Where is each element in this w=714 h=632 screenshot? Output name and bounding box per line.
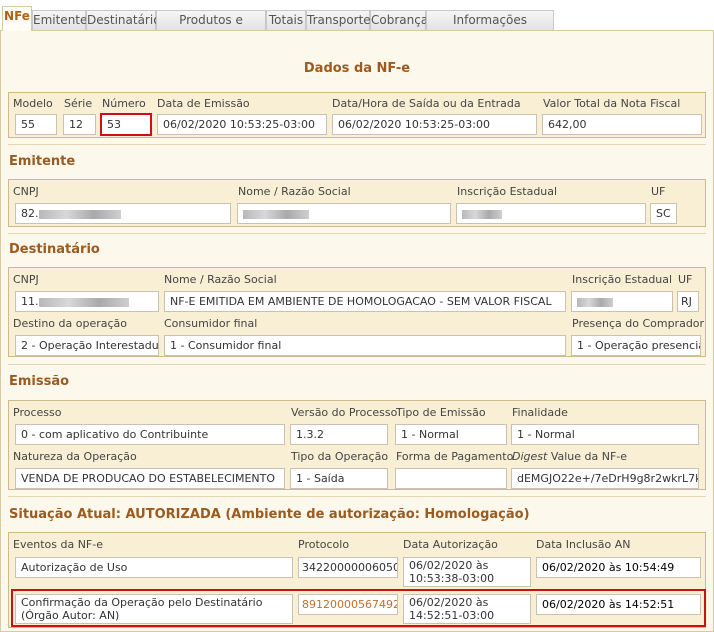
presenca-field: 1 - Operação presencial [571, 335, 701, 356]
tab-informacoes-adicionais[interactable]: Informações Adicionais [426, 10, 554, 46]
section-title-situacao: Situação Atual: AUTORIZADA (Ambiente de … [9, 507, 530, 522]
versao-field: 1.3.2 [290, 424, 388, 445]
col-inclusao: Data Inclusão AN [536, 538, 631, 551]
emitente-box: CNPJ 82. Nome / Razão Social Inscrição E… [8, 179, 706, 227]
destinatario-razao-label: Nome / Razão Social [164, 273, 277, 286]
divider [8, 144, 706, 145]
valor-label: Valor Total da Nota Fiscal [543, 97, 681, 110]
emitente-ie-field [456, 203, 646, 224]
destinatario-ie-field [571, 291, 673, 312]
tab-transporte[interactable]: Transporte [306, 10, 371, 30]
situacao-box: Eventos da NF-e Protocolo Data Autorizaç… [8, 532, 706, 628]
destinatario-cnpj-prefix: 11. [21, 295, 39, 308]
col-eventos: Eventos da NF-e [13, 538, 103, 551]
pagamento-field [395, 468, 507, 489]
tab-cobranca[interactable]: Cobrança [370, 10, 428, 30]
processo-field: 0 - com aplicativo do Contribuinte [15, 424, 285, 445]
processo-label: Processo [13, 406, 62, 419]
divider [8, 364, 706, 365]
serie-label: Série [64, 97, 93, 110]
dados-box: Modelo 55 Série 12 Número 53 Data de Emi… [8, 92, 706, 138]
versao-label: Versão do Processo [291, 406, 398, 419]
redacted-block [38, 297, 129, 307]
col-autorizacao: Data Autorização [403, 538, 498, 551]
col-protocolo: Protocolo [298, 538, 350, 551]
presenca-label: Presença do Comprador [572, 317, 705, 330]
evento-row-1-field: Autorização de Uso [15, 557, 293, 578]
tab-nfe[interactable]: NFe [2, 6, 32, 31]
consumidor-label: Consumidor final [164, 317, 258, 330]
section-title-emitente: Emitente [9, 154, 76, 169]
destino-field: 2 - Operação Interestadual [15, 335, 159, 356]
tab-produtos-servicos[interactable]: Produtos e Serviços [156, 10, 266, 46]
emitente-razao-label: Nome / Razão Social [238, 185, 351, 198]
tab-bar: NFe Emitente Destinatário Produtos e Ser… [0, 6, 714, 46]
emitente-uf-label: UF [651, 185, 666, 198]
emissao-field: 06/02/2020 10:53:25-03:00 [157, 114, 327, 135]
serie-field: 12 [63, 114, 96, 135]
tipo-emissao-label: Tipo de Emissão [396, 406, 486, 419]
natureza-label: Natureza da Operação [13, 450, 137, 463]
section-title-emissao: Emissão [9, 374, 70, 389]
numero-field: 53 [100, 113, 152, 136]
digest-label-rest: Value da NF-e [547, 450, 628, 463]
modelo-label: Modelo [13, 97, 53, 110]
finalidade-label: Finalidade [512, 406, 568, 419]
emitente-cnpj-prefix: 82. [21, 207, 39, 220]
digest-label: Digest Value da NF-e [512, 450, 627, 463]
tab-totais[interactable]: Totais [266, 10, 306, 30]
saida-field: 06/02/2020 10:53:25-03:00 [332, 114, 537, 135]
divider [8, 233, 706, 234]
tipo-operacao-field: 1 - Saída [290, 468, 388, 489]
destinatario-cnpj-label: CNPJ [13, 273, 39, 286]
natureza-field: VENDA DE PRODUCAO DO ESTABELECIMENTO [15, 468, 285, 489]
destinatario-razao-field: NF-E EMITIDA EM AMBIENTE DE HOMOLOGACAO … [164, 291, 566, 312]
redacted-block [577, 297, 613, 307]
digest-field: dEMGJO22e+/7eDrH9g8r2wkrL7k= [511, 468, 699, 489]
destinatario-ie-label: Inscrição Estadual [572, 273, 673, 286]
inclusao-row-1-field: 06/02/2020 às 10:54:49 [536, 557, 701, 578]
numero-label: Número [102, 97, 146, 110]
destinatario-box: CNPJ 11. Nome / Razão Social NF-E EMITID… [8, 267, 706, 357]
emitente-ie-label: Inscrição Estadual [457, 185, 558, 198]
highlight-box [11, 589, 706, 627]
destinatario-uf-label: UF [678, 273, 693, 286]
section-title-destinatario: Destinatário [9, 242, 100, 257]
emitente-cnpj-field: 82. [15, 203, 231, 224]
emitente-uf-field: SC [650, 203, 677, 224]
tipo-emissao-field: 1 - Normal [395, 424, 507, 445]
destinatario-cnpj-field: 11. [15, 291, 159, 312]
valor-field: 642,00 [542, 114, 702, 135]
redacted-block [38, 209, 121, 219]
emitente-cnpj-label: CNPJ [13, 185, 39, 198]
emitente-razao-field [237, 203, 451, 224]
protocolo-row-1-field: 342200000060503 [298, 557, 398, 578]
emissao-box: Processo 0 - com aplicativo do Contribui… [8, 400, 706, 490]
consumidor-field: 1 - Consumidor final [164, 335, 566, 356]
divider [8, 496, 706, 497]
autorizacao-row-1-field: 06/02/2020 às 10:53:38-03:00 [403, 557, 531, 587]
finalidade-field: 1 - Normal [511, 424, 699, 445]
section-title-dados: Dados da NF-e [303, 61, 411, 76]
pagamento-label: Forma de Pagamento [396, 450, 514, 463]
redacted-block [462, 209, 502, 219]
modelo-field: 55 [15, 114, 57, 135]
tab-emitente[interactable]: Emitente [32, 10, 87, 30]
emissao-label: Data de Emissão [157, 97, 250, 110]
tipo-operacao-label: Tipo da Operação [291, 450, 389, 463]
tab-destinatario[interactable]: Destinatário [86, 10, 161, 30]
saida-label: Data/Hora de Saída ou da Entrada [332, 97, 521, 110]
digest-label-italic: Digest [512, 450, 548, 463]
destinatario-uf-field: RJ [677, 291, 699, 312]
redacted-block [243, 209, 309, 219]
nfe-panel: Dados da NF-e Modelo 55 Série 12 Número … [0, 30, 714, 632]
destino-label: Destino da operação [13, 317, 128, 330]
